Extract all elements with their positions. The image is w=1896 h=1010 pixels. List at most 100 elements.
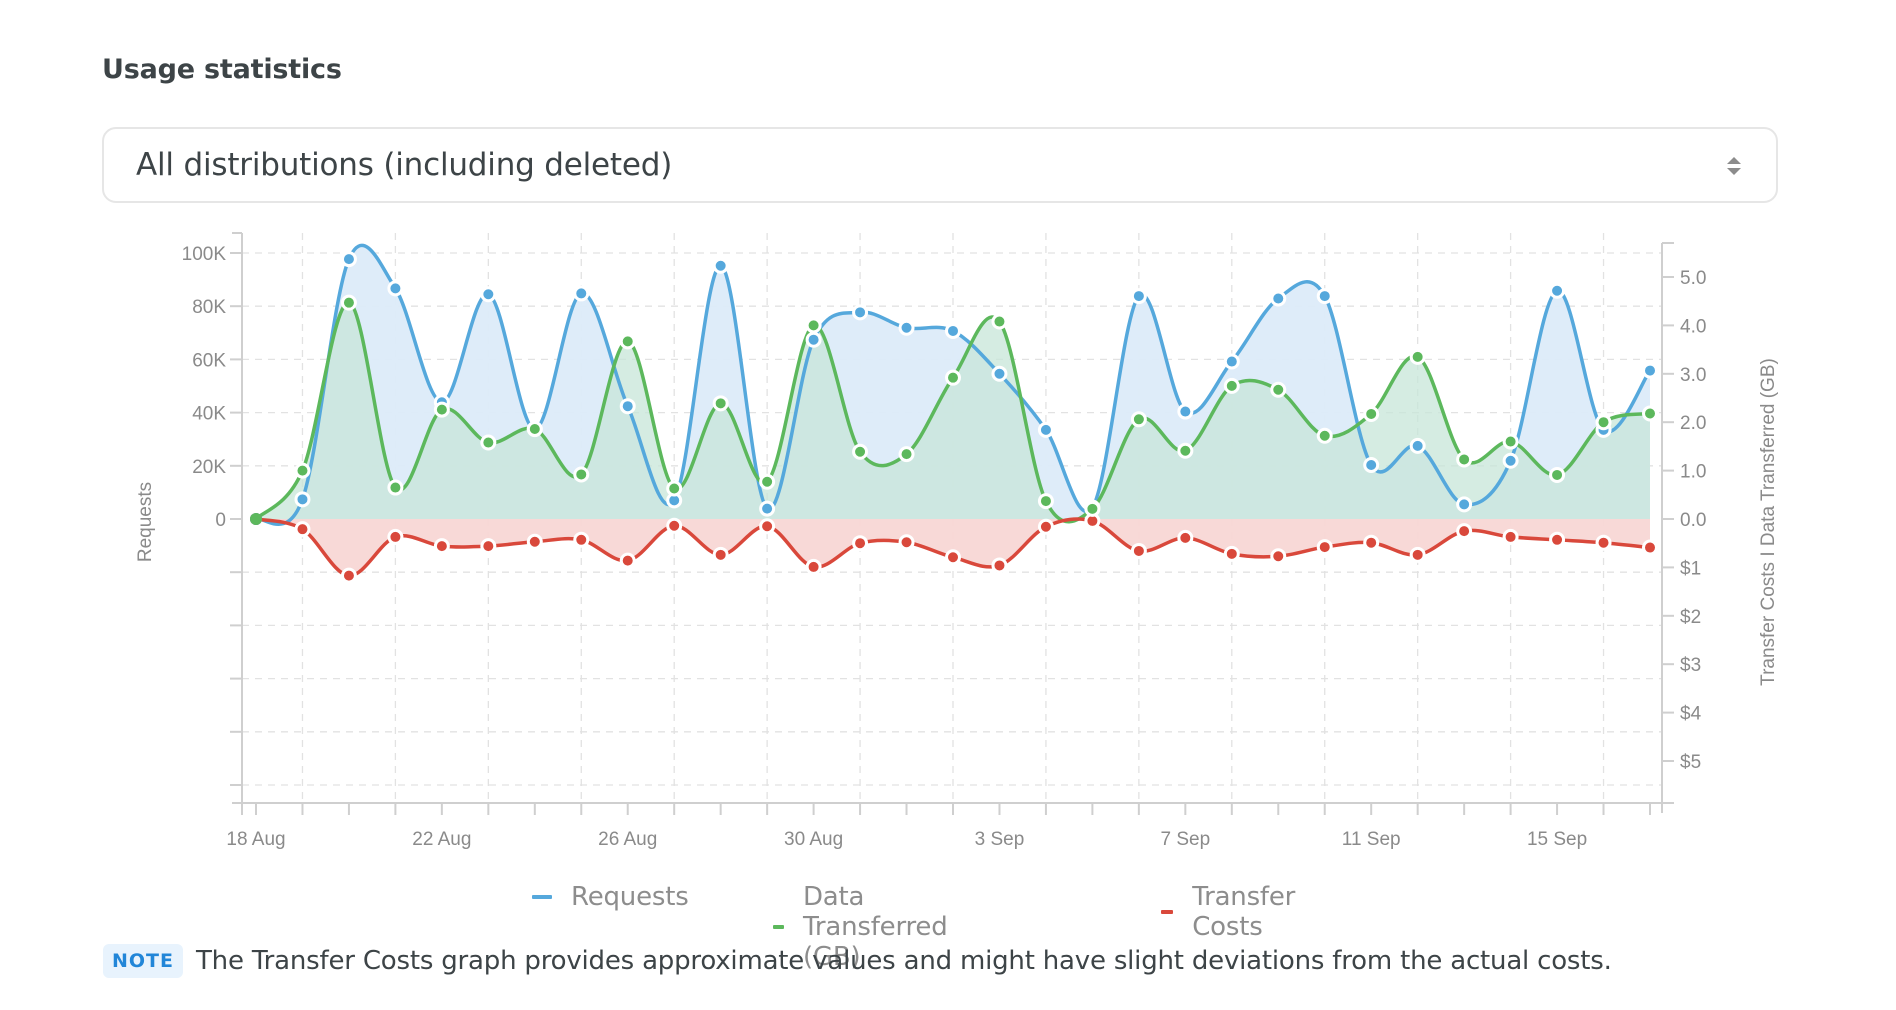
point-data-transferred: [1549, 466, 1566, 483]
point-requests: [1642, 362, 1658, 379]
point-transfer-costs: [1409, 546, 1426, 563]
note: NOTE The Transfer Costs graph provides a…: [103, 944, 1612, 978]
legend-swatch-requests: [532, 895, 552, 899]
x-axis-tick-label: 11 Sep: [1342, 829, 1401, 850]
x-axis-tick-label: 26 Aug: [598, 829, 657, 850]
point-data-transferred: [526, 420, 543, 437]
point-data-transferred: [1270, 381, 1287, 398]
right-axis-tick-label: 3.0: [1680, 365, 1706, 386]
point-data-transferred: [759, 473, 776, 490]
right-axis-tick-label: $3: [1680, 655, 1701, 676]
point-data-transferred: [1223, 377, 1240, 394]
point-transfer-costs: [759, 518, 776, 535]
point-data-transferred: [805, 317, 822, 334]
left-axis-tick-label: 100K: [182, 244, 227, 265]
point-requests: [1223, 353, 1240, 370]
point-data-transferred: [1595, 414, 1612, 431]
x-axis-tick-label: 3 Sep: [975, 829, 1025, 850]
point-requests: [1270, 290, 1287, 307]
point-transfer-costs: [526, 533, 543, 550]
point-data-transferred: [1642, 405, 1658, 422]
legend-item-requests[interactable]: Requests: [532, 882, 689, 912]
point-data-transferred: [1130, 411, 1147, 428]
point-requests: [480, 286, 497, 303]
point-transfer-costs: [1177, 529, 1194, 546]
point-transfer-costs: [1037, 518, 1054, 535]
legend-item-transfer-costs[interactable]: Transfer Costs: [1161, 882, 1303, 942]
point-transfer-costs: [666, 517, 683, 534]
point-requests: [1502, 452, 1519, 469]
right-axis-tick-label: 0.0: [1680, 510, 1706, 531]
x-axis-tick-label: 15 Sep: [1527, 829, 1587, 850]
point-requests: [573, 285, 590, 302]
point-data-transferred: [1502, 433, 1519, 450]
point-transfer-costs: [991, 557, 1008, 574]
left-axis-tick-label: 40K: [192, 404, 226, 425]
point-transfer-costs: [573, 531, 590, 548]
point-requests: [340, 251, 357, 268]
right-axis-title: Transfer Costs I Data Transferred (GB): [1758, 358, 1779, 686]
left-axis-title: Requests: [135, 482, 156, 562]
point-data-transferred: [712, 395, 729, 412]
point-transfer-costs: [1316, 539, 1333, 556]
x-axis-tick-label: 7 Sep: [1161, 829, 1211, 850]
point-transfer-costs: [433, 538, 450, 555]
point-requests: [991, 365, 1008, 382]
point-transfer-costs: [1456, 523, 1473, 540]
left-axis-tick-label: 20K: [192, 457, 226, 478]
point-transfer-costs: [852, 535, 869, 552]
right-axis-tick-label: 1.0: [1680, 462, 1706, 483]
right-axis-tick-label: $1: [1680, 558, 1701, 579]
x-axis-tick-label: 30 Aug: [784, 829, 843, 850]
right-axis-tick-label: 5.0: [1680, 268, 1706, 289]
left-axis-tick-label: 80K: [192, 297, 226, 318]
point-data-transferred: [1363, 405, 1380, 422]
point-requests: [945, 322, 961, 339]
point-transfer-costs: [1642, 539, 1658, 556]
point-data-transferred: [573, 466, 590, 483]
point-transfer-costs: [1363, 534, 1380, 551]
point-requests: [1130, 288, 1147, 305]
left-axis-tick-label: 60K: [192, 350, 226, 371]
x-axis-tick-label: 22 Aug: [412, 829, 471, 850]
right-axis-tick-label: 2.0: [1680, 413, 1706, 434]
point-transfer-costs: [387, 528, 404, 545]
point-data-transferred: [619, 333, 636, 350]
point-transfer-costs: [712, 546, 729, 563]
point-data-transferred: [1316, 427, 1333, 444]
point-data-transferred: [1177, 442, 1194, 459]
point-transfer-costs: [1223, 545, 1240, 562]
left-axis-tick-label: 0: [215, 510, 226, 531]
point-requests: [712, 257, 729, 274]
point-data-transferred: [991, 313, 1008, 330]
right-axis-tick-label: $5: [1680, 752, 1701, 773]
right-axis-tick-label: 4.0: [1680, 316, 1706, 337]
point-transfer-costs: [294, 521, 311, 538]
point-data-transferred: [433, 401, 450, 418]
point-requests: [1456, 496, 1473, 513]
point-data-transferred: [340, 294, 357, 311]
point-transfer-costs: [945, 549, 961, 566]
legend-label: Requests: [571, 882, 689, 912]
point-requests: [1549, 282, 1566, 299]
point-requests: [294, 491, 311, 508]
point-requests: [1409, 437, 1426, 454]
point-data-transferred: [898, 446, 915, 463]
point-transfer-costs: [1549, 531, 1566, 548]
right-axis-tick-label: $4: [1680, 704, 1702, 725]
point-data-transferred: [852, 443, 869, 460]
point-data-transferred: [1409, 348, 1426, 365]
legend-swatch-data-transferred: [773, 925, 784, 929]
point-transfer-costs: [898, 534, 915, 551]
point-data-transferred: [666, 480, 683, 497]
note-text: The Transfer Costs graph provides approx…: [196, 946, 1612, 976]
usage-chart: 100K 80K 60K 40K 20K 0 5.0 4.0 3.0 2.0 1.0 0.0 $1 $2 $…: [135, 232, 1779, 850]
point-requests: [1037, 421, 1054, 438]
point-requests: [805, 331, 822, 348]
point-data-transferred: [1037, 493, 1054, 510]
point-transfer-costs: [480, 538, 497, 555]
point-requests: [898, 319, 915, 336]
legend-swatch-transfer-costs: [1161, 910, 1174, 914]
point-transfer-costs: [1270, 548, 1287, 565]
point-transfer-costs: [340, 567, 357, 584]
